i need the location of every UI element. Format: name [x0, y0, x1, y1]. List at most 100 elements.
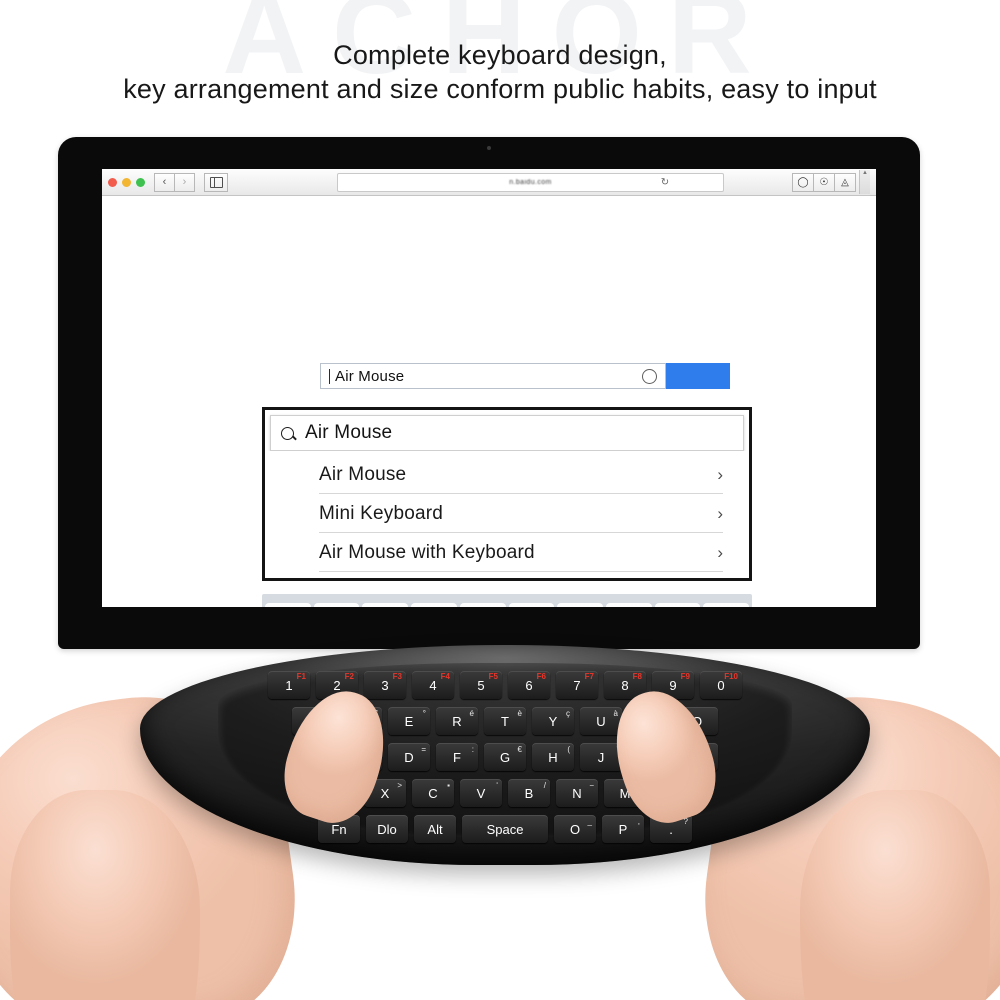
key-main-label: U: [596, 713, 606, 729]
chevron-right-icon: ›: [717, 504, 723, 523]
key-function-label: F9: [680, 672, 690, 681]
remote-key-4[interactable]: 4 F4: [412, 671, 454, 699]
key-function-label: F2: [344, 672, 354, 681]
reload-icon[interactable]: ↻: [661, 177, 669, 188]
remote-key-7[interactable]: 7 F7: [556, 671, 598, 699]
key-main-label: B: [524, 785, 534, 801]
right-palm: [800, 790, 990, 1000]
key-secondary-label: −: [589, 781, 594, 790]
remote-key-b[interactable]: B /: [508, 779, 550, 807]
remote-key-c[interactable]: C ▪: [412, 779, 454, 807]
onscreen-keyboard[interactable]: QWERTYUIOP: [262, 594, 752, 607]
remote-key-h[interactable]: H(: [532, 743, 574, 771]
key-main-label: 6: [525, 677, 533, 693]
list-item[interactable]: Mini Keyboard ›: [319, 494, 723, 533]
address-bar[interactable]: n.baidu.com ↻: [337, 172, 724, 192]
scrollbar-up-arrow[interactable]: ▲: [859, 170, 870, 194]
toolbar-right-buttons[interactable]: ◯ ☉ ◬: [792, 172, 856, 192]
onscreen-key-y[interactable]: Y: [508, 603, 555, 607]
remote-key-e[interactable]: E °: [388, 707, 430, 735]
key-secondary-label: _: [587, 817, 592, 826]
remote-number-row[interactable]: 1 F1 2 F2 3 F3 4 F4 5 F5 6 F6 7 F7 8 F8 9 F9 0 F10: [218, 671, 792, 699]
onscreen-key-i[interactable]: I: [605, 603, 652, 607]
remote-key-n[interactable]: N −: [556, 779, 598, 807]
list-item[interactable]: Air Mouse with Keyboard ›: [319, 533, 723, 572]
site-search-button[interactable]: [666, 363, 730, 389]
onscreen-key-t[interactable]: T: [459, 603, 506, 607]
remote-key-space[interactable]: Space: [462, 815, 548, 843]
key-main-label: P: [618, 821, 628, 837]
onscreen-key-e[interactable]: E: [362, 603, 409, 607]
key-function-label: F4: [440, 672, 450, 681]
remote-key-5[interactable]: 5 F5: [460, 671, 502, 699]
onscreen-key-p[interactable]: P: [703, 603, 750, 607]
remote-key-6[interactable]: 6 F6: [508, 671, 550, 699]
key-main-label: Y: [548, 713, 558, 729]
onscreen-key-r[interactable]: R: [411, 603, 457, 607]
key-main-label: Space: [486, 821, 524, 837]
key-secondary-label: é: [469, 709, 474, 718]
remote-key-alt[interactable]: Alt: [414, 815, 456, 843]
camera-lens-icon[interactable]: [642, 368, 657, 384]
zoom-window-button[interactable]: [136, 177, 145, 187]
chevron-right-icon: ›: [717, 543, 723, 562]
tabs-icon[interactable]: ◬: [835, 172, 856, 192]
web-page-content: Air Mouse Air Mouse Air Mouse › Mini Key…: [102, 196, 876, 607]
key-main-label: C: [428, 785, 438, 801]
remote-key-j[interactable]: J': [580, 743, 622, 771]
remote-key-1[interactable]: 1 F1: [268, 671, 310, 699]
key-secondary-label: ,: [637, 817, 640, 826]
remote-key-y[interactable]: Yç: [532, 707, 574, 735]
remote-key-dlo[interactable]: Dlo: [366, 815, 408, 843]
remote-key-f[interactable]: F:: [436, 743, 478, 771]
key-secondary-label: (: [567, 745, 570, 754]
remote-key-g[interactable]: G €: [484, 743, 526, 771]
remote-modifier-row[interactable]: Fn Dlo Alt Space O _ P,.?: [218, 815, 792, 843]
suggestions-search-value: Air Mouse: [305, 422, 393, 443]
key-main-label: R: [452, 713, 462, 729]
sidebar-toggle-button[interactable]: [204, 172, 228, 192]
remote-key-d[interactable]: D =: [388, 743, 430, 771]
navigation-buttons[interactable]: ‹ ›: [154, 172, 195, 192]
key-main-label: 2: [333, 677, 341, 693]
window-controls[interactable]: [108, 177, 145, 187]
remote-key-t[interactable]: Tè: [484, 707, 526, 735]
key-main-label: 5: [477, 677, 485, 693]
back-button[interactable]: ‹: [154, 172, 174, 192]
remote-key-o[interactable]: O _: [554, 815, 596, 843]
share-icon[interactable]: ◯: [792, 172, 814, 192]
remote-key-p[interactable]: P,: [602, 815, 644, 843]
remote-key-3[interactable]: 3 F3: [364, 671, 406, 699]
key-main-label: X: [380, 785, 390, 801]
site-search-input[interactable]: Air Mouse: [320, 363, 666, 389]
key-secondary-label: °: [422, 709, 426, 718]
webcam-icon: [487, 146, 491, 150]
key-secondary-label: :: [471, 745, 474, 754]
key-secondary-label: /: [543, 781, 546, 790]
key-main-label: 1: [285, 677, 293, 693]
chevron-right-icon: ›: [717, 465, 723, 484]
suggestions-list: Air Mouse › Mini Keyboard › Air Mouse wi…: [265, 451, 749, 578]
search-suggestions-panel: Air Mouse Air Mouse › Mini Keyboard › Ai…: [262, 407, 752, 581]
air-mouse-remote-keyboard[interactable]: 1F12F23F34F45F56F67F78F89F90F10 AZ€E°RéT…: [140, 645, 870, 865]
key-function-label: F3: [392, 672, 402, 681]
onscreen-key-w[interactable]: W: [313, 603, 360, 607]
forward-button[interactable]: ›: [174, 172, 195, 192]
key-function-label: F8: [632, 672, 642, 681]
remote-key-0[interactable]: 0 F10: [700, 671, 742, 699]
site-search-bar[interactable]: Air Mouse: [320, 363, 730, 389]
key-function-label: F1: [296, 672, 306, 681]
close-window-button[interactable]: [108, 177, 117, 187]
suggestions-search-field[interactable]: Air Mouse: [270, 415, 744, 451]
remote-key-r[interactable]: Ré: [436, 707, 478, 735]
key-main-label: Alt: [427, 821, 443, 837]
minimize-window-button[interactable]: [122, 177, 131, 187]
onscreen-key-o[interactable]: O: [654, 603, 701, 607]
key-secondary-label: ç: [566, 709, 570, 718]
add-bookmark-icon[interactable]: ☉: [814, 172, 835, 192]
onscreen-key-u[interactable]: U: [557, 603, 603, 607]
remote-key-v[interactable]: V ‘: [460, 779, 502, 807]
onscreen-key-q[interactable]: Q: [265, 603, 311, 607]
list-item[interactable]: Air Mouse ›: [319, 455, 723, 494]
remote-key-u[interactable]: Uà: [580, 707, 622, 735]
